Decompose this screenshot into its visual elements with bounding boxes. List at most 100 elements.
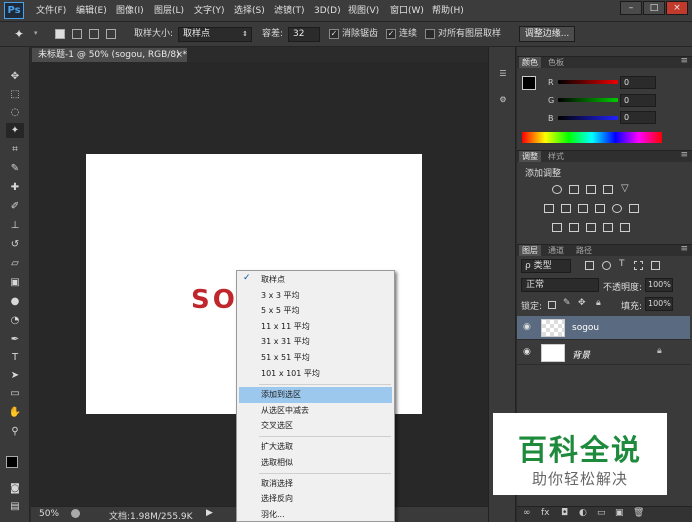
blend-mode-select[interactable]: 正常 <box>521 278 599 292</box>
tolerance-input[interactable]: 32 <box>288 27 320 42</box>
menu-item-31x31[interactable]: 31 x 31 平均 <box>239 334 392 350</box>
menu-type[interactable]: 文字(Y) <box>194 0 225 22</box>
menu-item-intersect-selection[interactable]: 交叉选区 <box>239 418 392 434</box>
eye-icon[interactable]: ◉ <box>523 347 531 357</box>
sample-size-select[interactable]: 取样点 ⇕ <box>178 27 252 42</box>
tab-styles[interactable]: 样式 <box>545 151 567 162</box>
foreground-color-swatch[interactable] <box>6 456 18 468</box>
panel-menu-icon[interactable]: ≡ <box>680 56 688 66</box>
menu-item-51x51[interactable]: 51 x 51 平均 <box>239 350 392 366</box>
filter-type-icon[interactable]: T <box>619 259 625 269</box>
filter-adjustment-icon[interactable] <box>602 261 611 270</box>
menu-view[interactable]: 视图(V) <box>348 0 379 22</box>
b-slider[interactable] <box>558 116 618 120</box>
antialias-checkbox[interactable]: ✓ <box>329 29 339 39</box>
menu-image[interactable]: 图像(I) <box>116 0 144 22</box>
menu-item-subtract-from-selection[interactable]: 从选区中减去 <box>239 403 392 419</box>
eye-icon[interactable]: ◉ <box>523 322 531 332</box>
menu-item-sample-point[interactable]: 取样点 <box>239 272 392 288</box>
curves-icon[interactable] <box>586 185 596 194</box>
panel-menu-icon[interactable]: ≡ <box>680 150 688 160</box>
menu-item-feather[interactable]: 羽化... <box>239 507 392 522</box>
blur-tool-icon[interactable]: ● <box>6 294 24 309</box>
lock-all-icon[interactable]: 🔒︎ <box>596 298 601 308</box>
close-button[interactable]: × <box>666 1 688 15</box>
lock-transparent-icon[interactable] <box>548 301 556 309</box>
gradient-map-icon[interactable] <box>620 223 630 232</box>
marquee-tool-icon[interactable]: ⬚ <box>6 87 24 102</box>
brush-tool-icon[interactable]: ✐ <box>6 199 24 214</box>
zoom-tool-icon[interactable]: ⚲ <box>6 424 24 439</box>
g-slider[interactable] <box>558 98 618 102</box>
filter-smart-object-icon[interactable] <box>651 261 660 270</box>
menu-item-deselect[interactable]: 取消选择 <box>239 476 392 492</box>
opacity-input[interactable]: 100% <box>645 278 673 292</box>
screen-mode-icon[interactable]: ▤ <box>6 499 24 514</box>
menu-item-101x101[interactable]: 101 x 101 平均 <box>239 366 392 382</box>
layer-row[interactable]: ◉ 背景 🔒︎ <box>517 341 690 365</box>
layer-filter-select[interactable]: ρ 类型 <box>521 259 571 273</box>
contiguous-checkbox[interactable]: ✓ <box>386 29 396 39</box>
menu-item-add-to-selection[interactable]: 添加到选区 <box>239 387 392 403</box>
menu-3d[interactable]: 3D(D) <box>314 0 341 22</box>
photo-filter-icon[interactable] <box>595 204 605 213</box>
add-selection-icon[interactable] <box>72 29 82 39</box>
magic-wand-tool-icon[interactable]: ✦ <box>6 123 24 138</box>
tab-channels[interactable]: 通道 <box>545 245 567 256</box>
tab-swatches[interactable]: 色板 <box>545 57 567 68</box>
tab-adjustments[interactable]: 调整 <box>519 151 541 162</box>
new-layer-icon[interactable]: ▣ <box>615 508 624 518</box>
menu-select[interactable]: 选择(S) <box>234 0 265 22</box>
info-icon[interactable] <box>71 509 80 518</box>
fill-input[interactable]: 100% <box>645 297 673 311</box>
menu-filter[interactable]: 滤镜(T) <box>274 0 305 22</box>
magic-wand-icon[interactable]: ✦ <box>14 27 24 41</box>
path-select-tool-icon[interactable]: ➤ <box>6 368 24 383</box>
document-tab[interactable]: 未标题-1 @ 50% (sogou, RGB/8) * × <box>32 48 187 62</box>
hue-saturation-icon[interactable] <box>544 204 554 213</box>
crop-tool-icon[interactable]: ⌗ <box>6 142 24 157</box>
menu-item-3x3[interactable]: 3 x 3 平均 <box>239 288 392 304</box>
vibrance-icon[interactable]: ▽ <box>621 183 629 194</box>
color-spectrum[interactable] <box>522 132 662 143</box>
close-icon[interactable]: × <box>175 48 183 62</box>
new-selection-icon[interactable] <box>55 29 65 39</box>
restore-button[interactable]: □ <box>643 1 665 15</box>
type-tool-icon[interactable]: T <box>6 350 24 365</box>
minimize-button[interactable]: – <box>620 1 642 15</box>
eyedropper-tool-icon[interactable]: ✎ <box>6 161 24 176</box>
adjustment-layer-icon[interactable]: ◐ <box>579 508 587 518</box>
menu-item-grow[interactable]: 扩大选取 <box>239 439 392 455</box>
r-value[interactable]: 0 <box>620 76 656 89</box>
panel-menu-icon[interactable]: ≡ <box>680 244 688 254</box>
layer-name[interactable]: 背景 <box>572 348 590 361</box>
intersect-selection-icon[interactable] <box>106 29 116 39</box>
quick-mask-icon[interactable]: ◙ <box>6 481 24 496</box>
menu-layer[interactable]: 图层(L) <box>154 0 184 22</box>
color-balance-icon[interactable] <box>561 204 571 213</box>
gradient-tool-icon[interactable]: ▣ <box>6 275 24 290</box>
selective-color-icon[interactable] <box>603 223 613 232</box>
menu-item-inverse[interactable]: 选择反向 <box>239 491 392 507</box>
foreground-swatch[interactable] <box>522 76 536 90</box>
brightness-icon[interactable] <box>552 185 562 194</box>
black-white-icon[interactable] <box>578 204 588 213</box>
add-mask-icon[interactable]: ◘ <box>561 508 568 518</box>
history-panel-icon[interactable]: ☰ <box>495 67 511 81</box>
play-icon[interactable]: ▶ <box>206 508 213 518</box>
subtract-selection-icon[interactable] <box>89 29 99 39</box>
posterize-icon[interactable] <box>569 223 579 232</box>
menu-item-similar[interactable]: 选取相似 <box>239 455 392 471</box>
lock-move-icon[interactable]: ✥ <box>578 298 586 308</box>
levels-icon[interactable] <box>569 185 579 194</box>
eraser-tool-icon[interactable]: ▱ <box>6 256 24 271</box>
channel-mixer-icon[interactable] <box>612 204 622 213</box>
lasso-tool-icon[interactable]: ◌ <box>6 105 24 120</box>
group-icon[interactable]: ▭ <box>597 508 606 518</box>
tab-paths[interactable]: 路径 <box>573 245 595 256</box>
properties-panel-icon[interactable]: ⚙ <box>495 93 511 107</box>
dodge-tool-icon[interactable]: ◔ <box>6 313 24 328</box>
shape-tool-icon[interactable]: ▭ <box>6 386 24 401</box>
filter-shape-icon[interactable] <box>634 261 643 270</box>
zoom-level[interactable]: 50% <box>39 509 59 519</box>
